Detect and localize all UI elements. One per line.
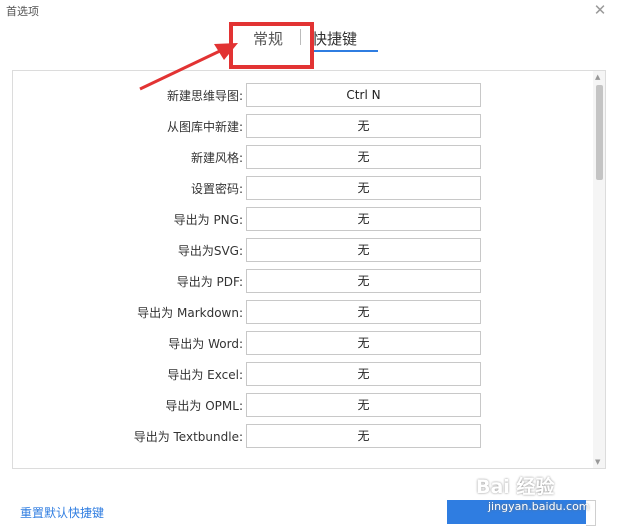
shortcut-label: 导出为 PDF: bbox=[176, 275, 243, 289]
window-title: 首选项 bbox=[6, 5, 39, 18]
shortcut-input[interactable]: 无 bbox=[246, 393, 481, 417]
shortcut-row: 导出为 OPML: 无 bbox=[13, 393, 483, 417]
watermark: Bai 经验 jingyan.baidu.com bbox=[468, 470, 608, 518]
shortcut-input[interactable]: Ctrl N bbox=[246, 83, 481, 107]
shortcut-label: 新建思维导图: bbox=[166, 89, 243, 103]
shortcut-row: 导出为 Markdown: 无 bbox=[13, 300, 483, 324]
shortcut-input[interactable]: 无 bbox=[246, 362, 481, 386]
shortcut-label: 导出为SVG: bbox=[177, 244, 243, 258]
shortcut-input[interactable]: 无 bbox=[246, 424, 481, 448]
shortcut-row: 导出为 Word: 无 bbox=[13, 331, 483, 355]
shortcut-input[interactable]: 无 bbox=[246, 176, 481, 200]
shortcut-row: 新建思维导图: Ctrl N bbox=[13, 83, 483, 107]
shortcut-input[interactable]: 无 bbox=[246, 207, 481, 231]
shortcut-row: 新建风格: 无 bbox=[13, 145, 483, 169]
shortcut-row: 导出为SVG: 无 bbox=[13, 238, 483, 262]
shortcut-label: 导出为 Word: bbox=[168, 337, 243, 351]
shortcut-row: 导出为 PNG: 无 bbox=[13, 207, 483, 231]
shortcut-input[interactable]: 无 bbox=[246, 145, 481, 169]
active-tab-indicator bbox=[310, 50, 378, 52]
watermark-logo: Bai 经验 bbox=[476, 476, 555, 498]
close-icon[interactable]: ✕ bbox=[592, 1, 608, 19]
shortcut-row: 从图库中新建: 无 bbox=[13, 114, 483, 138]
watermark-url: jingyan.baidu.com bbox=[488, 500, 590, 513]
shortcut-row: 导出为 Textbundle: 无 bbox=[13, 424, 483, 448]
shortcut-input[interactable]: 无 bbox=[246, 114, 481, 138]
scroll-up-icon[interactable]: ▲ bbox=[595, 73, 600, 81]
title-bar: 首选项 ✕ bbox=[0, 0, 618, 22]
shortcut-label: 导出为 Excel: bbox=[167, 368, 243, 382]
shortcut-label: 导出为 Textbundle: bbox=[133, 430, 243, 444]
vertical-scrollbar[interactable]: ▲ ▼ bbox=[593, 71, 605, 468]
shortcut-input[interactable]: 无 bbox=[246, 238, 481, 262]
scroll-thumb[interactable] bbox=[596, 85, 603, 180]
shortcut-label: 设置密码: bbox=[190, 182, 243, 196]
shortcut-row: 导出为 PDF: 无 bbox=[13, 269, 483, 293]
shortcut-label: 导出为 Markdown: bbox=[137, 306, 243, 320]
scroll-down-icon[interactable]: ▼ bbox=[595, 458, 600, 466]
shortcut-label: 新建风格: bbox=[190, 151, 243, 165]
shortcut-input[interactable]: 无 bbox=[246, 300, 481, 324]
shortcut-row: 设置密码: 无 bbox=[13, 176, 483, 200]
annotation-highlight-box bbox=[229, 22, 314, 69]
shortcut-list-panel: 新建思维导图: Ctrl N 从图库中新建: 无 新建风格: 无 设置密码: 无… bbox=[12, 70, 606, 469]
shortcut-label: 导出为 PNG: bbox=[173, 213, 243, 227]
shortcut-input[interactable]: 无 bbox=[246, 331, 481, 355]
shortcut-input[interactable]: 无 bbox=[246, 269, 481, 293]
shortcut-row: 导出为 Excel: 无 bbox=[13, 362, 483, 386]
shortcut-label: 导出为 OPML: bbox=[165, 399, 243, 413]
shortcut-label: 从图库中新建: bbox=[166, 120, 243, 134]
reset-shortcuts-link[interactable]: 重置默认快捷键 bbox=[20, 504, 104, 521]
